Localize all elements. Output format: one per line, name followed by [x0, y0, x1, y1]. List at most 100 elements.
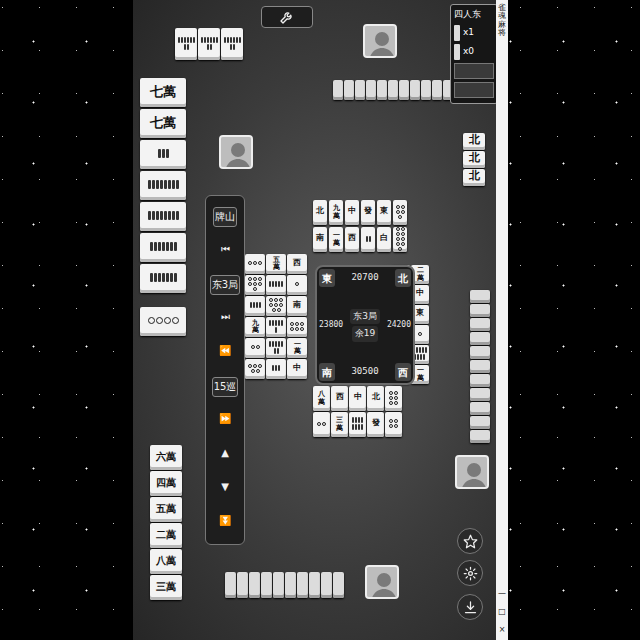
replay-button[interactable]: 15巡 — [212, 377, 239, 397]
sou-stick — [156, 180, 159, 189]
sou-stick — [233, 37, 235, 43]
tile-pattern — [387, 391, 401, 405]
tile-label: 一萬 — [294, 340, 301, 355]
tile-label: 東 — [380, 207, 388, 215]
tile — [266, 359, 286, 379]
sou-stick — [172, 180, 175, 189]
tile — [361, 227, 375, 252]
replay-button[interactable]: ⏩ — [218, 411, 232, 431]
tile — [221, 28, 243, 60]
sou-stick — [358, 417, 360, 423]
tile-back — [309, 572, 320, 598]
settings-button[interactable] — [261, 6, 313, 28]
pin-dot — [279, 303, 283, 307]
sou-stick — [277, 348, 279, 354]
tile-back — [225, 572, 236, 598]
sou-stick — [250, 302, 252, 308]
tile-back — [470, 290, 490, 303]
tile-pattern — [250, 302, 261, 308]
sou-stick — [272, 341, 274, 347]
replay-button[interactable]: ▼ — [220, 479, 230, 499]
tile-label: 北 — [469, 133, 480, 149]
sou-stick — [152, 211, 155, 220]
sou-stick — [355, 417, 357, 423]
replay-button[interactable]: ⏮ — [220, 241, 231, 261]
pin-dot — [248, 277, 252, 281]
pin-dot — [251, 369, 255, 373]
sou-stick — [187, 37, 189, 43]
tile-pattern — [148, 180, 179, 189]
tile — [393, 227, 407, 252]
tile: 白 — [377, 227, 391, 252]
pin-dot — [258, 364, 262, 368]
hidden-tiles — [225, 572, 344, 598]
tile-label: 發 — [364, 207, 372, 215]
pin-dot — [389, 396, 393, 400]
sou-stick — [184, 44, 186, 50]
player-avatar[interactable] — [219, 135, 253, 169]
tile: 東 — [377, 200, 391, 225]
tile-back — [470, 388, 490, 401]
window-control[interactable]: □ — [498, 606, 506, 618]
pin-dot — [248, 261, 252, 265]
tile-label: 北 — [469, 151, 480, 167]
tile: 南 — [313, 227, 327, 252]
tile-back — [470, 332, 490, 345]
window-control[interactable]: — — [498, 588, 506, 600]
sou-stick — [422, 347, 424, 353]
tile: 二萬 — [150, 523, 182, 548]
tile-back — [470, 346, 490, 359]
sou-stick — [236, 37, 238, 43]
pin-dot — [164, 317, 171, 324]
player-avatar[interactable] — [365, 565, 399, 599]
replay-button[interactable]: ⏪ — [218, 343, 232, 363]
replay-button[interactable]: ⏭ — [220, 309, 231, 329]
pin-dot — [394, 391, 398, 395]
replay-button[interactable]: 牌山 — [213, 207, 237, 227]
sou-stick — [425, 347, 427, 353]
sou-stick — [164, 211, 167, 220]
tile-label: 五萬 — [273, 256, 280, 271]
wind-marker: 東 — [319, 269, 335, 287]
sou-stick — [184, 37, 186, 43]
pin-dot — [290, 327, 294, 331]
player-avatar[interactable] — [363, 24, 397, 58]
tile-label: 七萬 — [150, 113, 176, 133]
pin-dot — [279, 298, 283, 302]
sou-stick — [230, 37, 232, 43]
sou-stick — [210, 37, 212, 43]
tile-back — [470, 430, 490, 443]
tile: 中 — [349, 386, 366, 411]
sou-stick — [419, 347, 421, 353]
counter-row: x0 — [454, 44, 494, 60]
pin-dot — [300, 327, 304, 331]
sou-stick — [162, 273, 165, 282]
player-hand: 七萬七萬 — [140, 78, 186, 293]
discard-pond: 五萬西南九萬一萬中 — [245, 254, 307, 379]
sou-stick — [275, 341, 277, 347]
window-control[interactable]: × — [499, 624, 506, 636]
favorite-button[interactable] — [457, 528, 483, 554]
tile-back — [249, 572, 260, 598]
sou-stick — [204, 37, 206, 43]
score: 24200 — [387, 319, 411, 331]
pin-dot — [253, 282, 257, 286]
replay-button[interactable]: 东3局 — [210, 275, 240, 295]
replay-button[interactable]: ▲ — [220, 445, 230, 465]
download-button[interactable] — [457, 594, 483, 620]
sou-stick — [253, 302, 255, 308]
sou-stick — [166, 273, 169, 282]
tile-label: 南 — [316, 234, 324, 242]
player-avatar[interactable] — [455, 455, 489, 489]
tile-label: 一萬 — [417, 366, 424, 381]
settings-gear-button[interactable] — [457, 560, 483, 586]
sou-stick — [154, 242, 157, 251]
discard-pond: 八萬西中北三萬發 — [313, 386, 402, 437]
tile-pattern — [268, 341, 284, 354]
tile-pattern — [247, 364, 263, 373]
tile — [393, 200, 407, 225]
sou-stick — [275, 320, 277, 326]
replay-button[interactable]: ⏬ — [218, 513, 232, 533]
tile — [175, 28, 197, 60]
opponent-hand: 六萬四萬五萬二萬八萬三萬 — [150, 445, 182, 600]
